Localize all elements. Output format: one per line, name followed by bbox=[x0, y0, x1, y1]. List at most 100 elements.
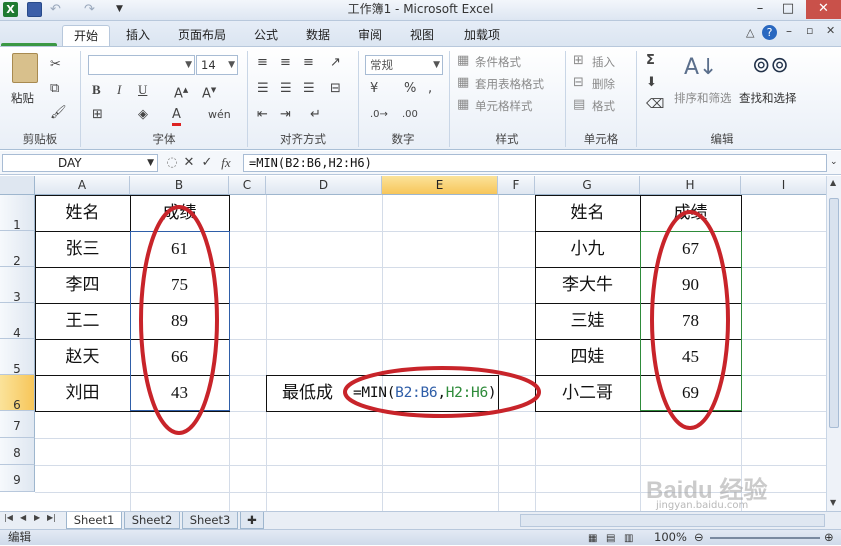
close-button[interactable]: ✕ bbox=[806, 0, 841, 19]
format-painter-icon[interactable]: 🖌 bbox=[50, 105, 67, 121]
copy-icon[interactable]: ⧉ bbox=[50, 81, 59, 97]
formula-input[interactable]: =MIN(B2:B6,H2:H6) bbox=[243, 154, 827, 172]
font-shrink-icon[interactable]: A▼ bbox=[202, 82, 216, 102]
align-middle-icon[interactable]: ≡ bbox=[280, 55, 291, 71]
sheet-tab-2[interactable]: Sheet2 bbox=[124, 512, 180, 529]
new-sheet-button[interactable]: ✚ bbox=[240, 512, 264, 529]
sheet-tab-3[interactable]: Sheet3 bbox=[182, 512, 238, 529]
insert-function-icon[interactable]: fx bbox=[218, 154, 234, 172]
italic-button[interactable]: I bbox=[117, 82, 121, 98]
align-bottom-icon[interactable]: ≡ bbox=[303, 55, 314, 71]
format-as-table-button[interactable]: 套用表格格式 bbox=[475, 77, 544, 91]
align-left-icon[interactable]: ☰ bbox=[257, 81, 269, 97]
group-label-alignment: 对齐方式 bbox=[280, 132, 326, 146]
scroll-down-icon[interactable]: ▼ bbox=[830, 498, 836, 507]
ribbon-minimize-icon[interactable]: △ bbox=[746, 26, 754, 39]
underline-button[interactable]: U bbox=[138, 82, 147, 98]
paste-button[interactable]: 粘贴 bbox=[11, 91, 34, 105]
border-icon[interactable]: ⊞ bbox=[92, 107, 103, 123]
scroll-thumb[interactable] bbox=[829, 198, 839, 428]
scroll-up-icon[interactable]: ▲ bbox=[830, 178, 836, 187]
help-icon[interactable]: ? bbox=[762, 25, 777, 40]
tab-review[interactable]: 审阅 bbox=[348, 25, 392, 47]
font-color-icon[interactable]: A bbox=[172, 107, 181, 126]
doc-restore-icon[interactable]: ▫ bbox=[806, 24, 813, 37]
decrease-decimal-icon[interactable]: .00 bbox=[402, 107, 418, 123]
cancel-icon[interactable]: ✕ bbox=[181, 154, 197, 172]
conditional-format-button[interactable]: 条件格式 bbox=[475, 55, 521, 69]
group-separator bbox=[565, 51, 566, 147]
expand-formula-icon[interactable]: ⌄ bbox=[830, 157, 838, 167]
find-select-button[interactable]: 查找和选择 bbox=[739, 91, 797, 105]
group-label-number: 数字 bbox=[391, 132, 415, 146]
increase-indent-icon[interactable]: ⇥ bbox=[280, 107, 291, 123]
format-cells-button[interactable]: 格式 bbox=[592, 99, 615, 113]
horizontal-scrollbar[interactable] bbox=[520, 514, 825, 527]
comma-icon[interactable]: , bbox=[428, 81, 432, 97]
percent-icon[interactable]: % bbox=[404, 81, 416, 97]
group-separator bbox=[247, 51, 248, 147]
delete-cells-button[interactable]: 删除 bbox=[592, 77, 615, 91]
merge-cells-icon[interactable]: ⊟ bbox=[330, 81, 341, 97]
tab-insert[interactable]: 插入 bbox=[116, 25, 160, 47]
doc-close-icon[interactable]: ✕ bbox=[826, 24, 835, 37]
name-box[interactable]: DAY ▼ bbox=[2, 154, 158, 172]
maximize-button[interactable]: □ bbox=[776, 0, 800, 19]
cell-styles-button[interactable]: 单元格样式 bbox=[475, 99, 533, 113]
resize-handle-icon[interactable]: ◌ bbox=[164, 154, 180, 172]
ribbon-home: 粘贴 ✂ ⧉ 🖌 剪贴板 ▼ 14 ▼ B I U A▲ A▼ ⊞ ◈ A wén… bbox=[0, 46, 841, 150]
page-break-view-icon[interactable]: ▥ bbox=[624, 531, 633, 546]
zoom-in-icon[interactable]: ⊕ bbox=[824, 530, 834, 545]
worksheet-grid[interactable]: A B C D E F G H I 1 2 3 4 5 6 7 8 9 姓名 成… bbox=[0, 176, 841, 511]
paste-icon[interactable] bbox=[12, 53, 38, 83]
fill-color-icon[interactable]: ◈ bbox=[138, 107, 148, 123]
sort-filter-button[interactable]: 排序和筛选 bbox=[674, 91, 732, 105]
currency-icon[interactable]: ¥ bbox=[370, 81, 378, 97]
prev-sheet-icon[interactable]: ◀ bbox=[20, 513, 26, 522]
chevron-down-icon: ▼ bbox=[433, 60, 440, 70]
first-sheet-icon[interactable]: |◀ bbox=[4, 513, 13, 522]
clear-icon[interactable]: ⌫ bbox=[646, 97, 664, 113]
font-name-combo[interactable]: ▼ bbox=[88, 55, 195, 75]
binoculars-icon[interactable]: ⊚⊚ bbox=[752, 53, 789, 79]
tab-data[interactable]: 数据 bbox=[296, 25, 340, 47]
tab-view[interactable]: 视图 bbox=[400, 25, 444, 47]
tab-page-layout[interactable]: 页面布局 bbox=[170, 25, 234, 47]
number-format-combo[interactable]: 常规 ▼ bbox=[365, 55, 443, 75]
tab-home[interactable]: 开始 bbox=[62, 25, 110, 47]
sort-filter-icon[interactable]: A↓ bbox=[684, 55, 717, 81]
last-sheet-icon[interactable]: ▶| bbox=[47, 513, 56, 522]
cut-icon[interactable]: ✂ bbox=[50, 57, 61, 73]
autosum-icon[interactable]: Σ bbox=[646, 53, 655, 69]
phonetic-icon[interactable]: wén bbox=[208, 107, 231, 123]
enter-icon[interactable]: ✓ bbox=[199, 154, 215, 172]
fill-icon[interactable]: ⬇ bbox=[646, 75, 657, 91]
font-grow-icon[interactable]: A▲ bbox=[174, 82, 188, 102]
doc-minimize-icon[interactable]: – bbox=[786, 24, 792, 38]
zoom-level[interactable]: 100% bbox=[654, 530, 687, 545]
font-size-combo[interactable]: 14 ▼ bbox=[196, 55, 238, 75]
insert-cells-button[interactable]: 插入 bbox=[592, 55, 615, 69]
zoom-out-icon[interactable]: ⊖ bbox=[694, 530, 704, 545]
bold-button[interactable]: B bbox=[92, 82, 101, 98]
group-label-font: 字体 bbox=[152, 132, 176, 146]
align-top-icon[interactable]: ≡ bbox=[257, 55, 268, 71]
align-right-icon[interactable]: ☰ bbox=[303, 81, 315, 97]
format-cells-icon: ▤ bbox=[573, 97, 586, 112]
next-sheet-icon[interactable]: ▶ bbox=[34, 513, 40, 522]
orientation-icon[interactable]: ↗ bbox=[330, 55, 341, 71]
page-layout-view-icon[interactable]: ▤ bbox=[606, 531, 615, 546]
minimize-button[interactable]: – bbox=[748, 0, 772, 19]
zoom-slider[interactable] bbox=[710, 537, 820, 539]
align-center-icon[interactable]: ☰ bbox=[280, 81, 292, 97]
increase-decimal-icon[interactable]: .0→ bbox=[370, 107, 388, 123]
tab-addins[interactable]: 加载项 bbox=[454, 25, 510, 47]
decrease-indent-icon[interactable]: ⇤ bbox=[257, 107, 268, 123]
wrap-text-icon[interactable]: ↵ bbox=[310, 107, 321, 123]
sheet-tab-1[interactable]: Sheet1 bbox=[66, 512, 122, 529]
group-label-clipboard: 剪贴板 bbox=[22, 132, 58, 146]
normal-view-icon[interactable]: ▦ bbox=[588, 531, 597, 546]
title-bar: X ↶ ↷ ▼ 工作簿1 - Microsoft Excel – □ ✕ bbox=[0, 0, 841, 21]
tab-formulas[interactable]: 公式 bbox=[244, 25, 288, 47]
vertical-scrollbar[interactable]: ▲ ▼ bbox=[826, 176, 841, 511]
